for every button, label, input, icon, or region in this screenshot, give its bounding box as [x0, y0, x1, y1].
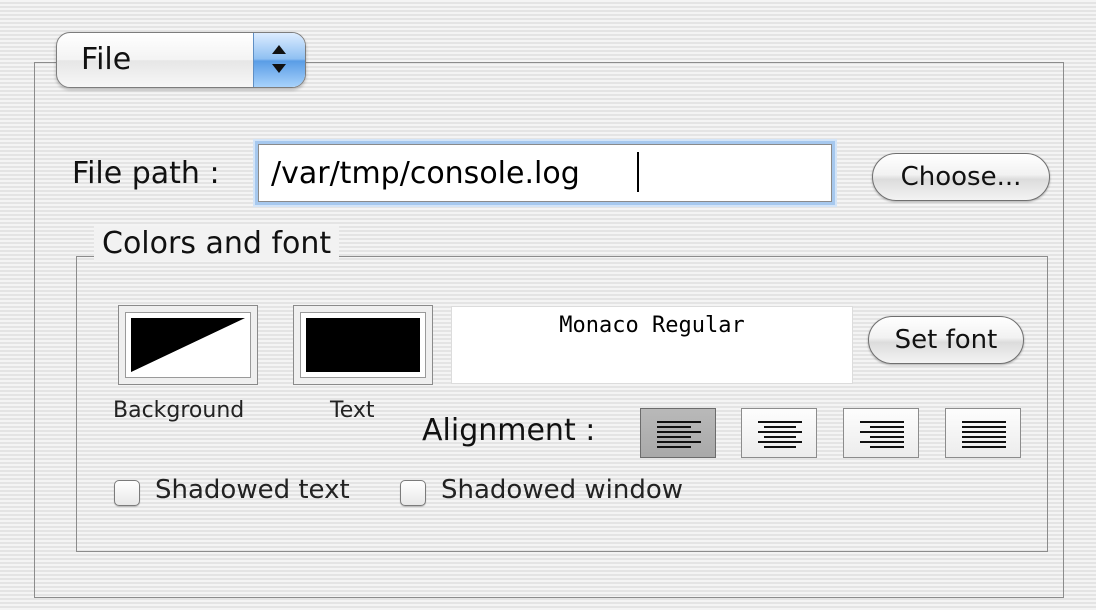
- align-center-button[interactable]: [741, 408, 817, 458]
- source-type-label: File: [81, 42, 132, 77]
- choose-button[interactable]: Choose...: [872, 153, 1050, 201]
- set-font-button[interactable]: Set font: [868, 316, 1024, 364]
- text-label: Text: [330, 398, 375, 423]
- background-color-well[interactable]: [118, 305, 258, 385]
- align-justify-icon: [962, 421, 1006, 448]
- source-type-popup[interactable]: File: [56, 32, 306, 88]
- shadowed-window-label: Shadowed window: [441, 475, 683, 505]
- text-swatch-icon: [306, 318, 420, 372]
- background-label: Background: [113, 398, 245, 423]
- text-cursor: [637, 152, 639, 192]
- align-left-icon: [657, 421, 701, 448]
- shadowed-text-label: Shadowed text: [155, 475, 350, 505]
- background-swatch-icon: [131, 318, 245, 372]
- file-path-input[interactable]: [258, 144, 832, 202]
- alignment-label: Alignment :: [422, 413, 596, 448]
- align-justify-button[interactable]: [945, 408, 1021, 458]
- font-preview: Monaco Regular: [451, 306, 853, 384]
- align-center-icon: [758, 421, 802, 448]
- shadowed-text-checkbox[interactable]: [114, 480, 140, 506]
- file-path-label: File path :: [72, 156, 220, 191]
- text-color-well[interactable]: [293, 305, 433, 385]
- align-left-button[interactable]: [640, 408, 716, 458]
- align-right-button[interactable]: [843, 408, 919, 458]
- colors-and-font-title: Colors and font: [94, 226, 340, 261]
- popup-arrows-icon: [253, 33, 305, 87]
- shadowed-window-checkbox[interactable]: [400, 480, 426, 506]
- align-right-icon: [860, 421, 904, 448]
